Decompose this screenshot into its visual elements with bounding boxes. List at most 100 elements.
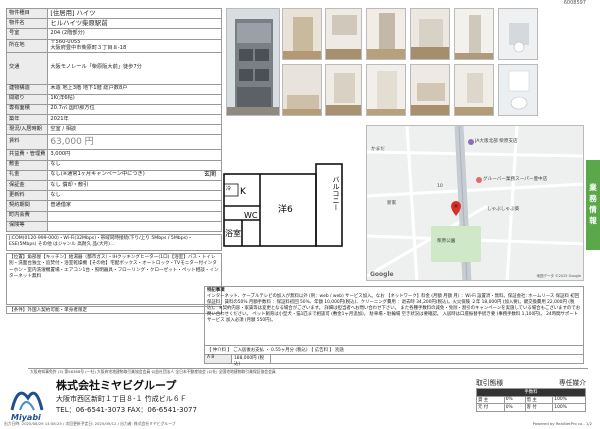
spec-key: 所在地: [5, 38, 49, 53]
spec-key: 物件名: [5, 18, 49, 30]
interior-photo-4: [410, 8, 450, 60]
internet-note: J:COM(0120-999-000)・Wi-Fi(32Mbps)・帯域同時接続…: [6, 234, 222, 251]
remarks-box: 特記事項 インターネット、ケーブルテレビの加入が無料以外 (例：web / we…: [204, 286, 584, 346]
map-label-shinke: 新家: [387, 201, 397, 206]
spec-row: 間取り 1K(洋6帖): [5, 93, 222, 105]
spec-row: 号室 204 (2階部分): [5, 28, 222, 40]
spec-row: 交通 大阪モノレール「柴原阪大前」徒歩7分: [5, 51, 222, 85]
spec-row: 現況/入居時期 空室 / 相談: [5, 124, 222, 136]
location-map[interactable]: JA大阪北部 柴原支店 グルーバー業務スーパー豊中店 柴原公園 かまだ 10 新…: [366, 125, 584, 281]
spec-row: 所在地 〒560-0055 大阪府豊中市柴原町３丁目８-18: [5, 38, 222, 53]
spec-row: 物件名 ヒルハイツ柴原駅前: [5, 18, 222, 30]
spec-value: 空室 / 相談: [47, 124, 222, 136]
interior-photo-12: [498, 64, 538, 116]
commission-header: 手数料: [476, 388, 586, 397]
spec-key: 物件種目: [5, 7, 49, 20]
spec-value: なし(※通常1ヶ月キャンペーン中につき): [47, 169, 222, 182]
commission-table: 手数料 貸 主 0% 借 主 100% 元 付 0% 客 付 100%: [476, 388, 586, 412]
spec-value: 普通借家: [47, 200, 222, 212]
fee-cell-value: 188,000円 (税込): [231, 355, 271, 367]
spec-key: 更新料: [5, 190, 49, 202]
spec-value: [住居用] ハイツ: [47, 7, 222, 20]
powered-by: Powered by RealNetPro co., 1/2: [532, 421, 592, 426]
equipment-text: 【位置】角部屋【キッチン】給湯器（都市ガス）・IHクッキングヒーター(1口)【浴…: [9, 254, 219, 280]
interior-photo-10: [410, 64, 450, 116]
tab-char-2: 務: [589, 194, 597, 204]
license-text: 大阪府知事免許 (3) 第56368号 (一社) 大阪府宅地建物取引業協会会員 …: [30, 369, 276, 374]
tab-char-4: 報: [589, 215, 597, 225]
transaction-box: 取引態様 専任媒介 手数料 貸 主 0% 借 主 100% 元 付 0% 客 付…: [476, 377, 586, 412]
spec-row: 町内会費: [5, 210, 222, 222]
spec-key: 保険等: [5, 220, 49, 232]
plan-label-balcony: バルコニー: [332, 176, 340, 211]
map-label-station: JA大阪北部 柴原支店: [475, 139, 518, 144]
spec-value: 20.7㎡ 国印那方位: [47, 103, 222, 116]
spec-row: 敷金 なし: [5, 159, 222, 171]
spec-row: 更新料 なし: [5, 190, 222, 202]
landlord-label: 貸 主: [476, 395, 505, 404]
spec-row: 専有面積 20.7㎡ 国印那方位: [5, 103, 222, 116]
company-logo: Miyabi: [6, 380, 48, 422]
spec-row: 保証金 なし 償却・敷引: [5, 179, 222, 192]
floor-plan: 玄関 K 浴室 WC 洋6 バルコニー 冷: [200, 128, 360, 248]
equipment-box: 【位置】角部屋【キッチン】給湯器（都市ガス）・IHクッキングヒーター(1口)【浴…: [6, 252, 222, 305]
document-id: 6008597: [563, 0, 586, 6]
deal-type-label: 取引態様: [476, 379, 504, 387]
google-logo: Google: [370, 271, 394, 278]
interior-photo-2: [325, 8, 362, 60]
spec-key: 交通: [5, 51, 49, 85]
spec-value: 3,000円: [47, 149, 222, 161]
plan-label-kitchen: K: [240, 187, 247, 197]
tab-char-3: 情: [589, 205, 597, 214]
map-label-store: グルーバー業務スーパー豊中店: [483, 177, 548, 182]
client-share: 100%: [552, 403, 586, 412]
property-sheet: 6008597 物件種目 [住居用] ハイツ 物件名 ヒルハイツ柴原駅前 号室 204 (…: [0, 0, 600, 429]
spec-row: 契約期間 普通借家: [5, 200, 222, 212]
spec-key: 賃料: [5, 134, 49, 151]
interior-photo-11: [454, 64, 494, 116]
spec-value: 2021年: [47, 114, 222, 126]
origin-share: 0%: [503, 403, 526, 412]
spec-value: なし: [47, 190, 222, 202]
map-label-kamada: かまだ: [371, 147, 385, 152]
spec-key: 町内会費: [5, 210, 49, 222]
interior-photo-8: [325, 64, 362, 116]
map-label-route: 10: [437, 184, 443, 189]
tenant-label: 借 主: [524, 395, 554, 404]
spec-key: 号室: [5, 28, 49, 40]
spec-value: [47, 220, 222, 232]
spec-row: 建物構造 木造 地上3階 地下1階 総戸数8戸: [5, 83, 222, 95]
spec-key: 共益費・管理費: [5, 149, 49, 161]
spec-key: 専有面積: [5, 103, 49, 116]
spec-value: なし 償却・敷引: [47, 179, 222, 192]
map-label-restaurant: しゃぶしゃぶ葵: [487, 207, 520, 212]
tab-char-1: 業: [589, 183, 597, 193]
interior-photo-1: [282, 8, 322, 60]
spec-row: 賃料 63,000 円: [5, 134, 222, 151]
spec-value: ヒルハイツ柴原駅前: [47, 18, 222, 30]
spec-key: 建物構造: [5, 83, 49, 95]
building-exterior-photo: [226, 8, 280, 116]
spec-value: なし: [47, 159, 222, 171]
map-credit: 地図データ ©2025 Google: [536, 274, 581, 278]
spec-key: 間取り: [5, 93, 49, 105]
map-label-park: 柴原公園: [437, 239, 456, 244]
fee-cell-label: A B: [205, 355, 231, 363]
business-info-tab[interactable]: 業 務 情 報: [586, 160, 600, 250]
company-address: 大阪市西区新町１丁目８-１ 竹成ビル６Ｆ: [56, 395, 187, 403]
remarks-text: インターネット、ケーブルテレビの加入が無料以外 (例：web / web) サー…: [207, 294, 581, 324]
spec-key: 礼金: [5, 169, 49, 182]
spec-value: 1K(洋6帖): [47, 93, 222, 105]
spec-value: 63,000 円: [47, 134, 222, 151]
company-tel: TEL：06-6541-3073 FAX：06-6541-3077: [56, 406, 197, 414]
plan-label-genkan: 玄関: [204, 170, 216, 178]
spec-key: 保証金: [5, 179, 49, 192]
fee-line: 【 仲介料 】 ご入居後お支払 ・ 0.55ヶ月分 (税込) 【 広告料 】 別…: [204, 346, 584, 355]
deal-type-value: 専任媒介: [558, 379, 586, 387]
spec-key: 敷金: [5, 159, 49, 171]
interior-photo-9: [366, 64, 406, 116]
interior-photo-6: [498, 8, 538, 60]
spec-key: 契約期間: [5, 200, 49, 212]
spec-key: 築年: [5, 114, 49, 126]
plan-label-bath: 浴室: [225, 228, 241, 238]
